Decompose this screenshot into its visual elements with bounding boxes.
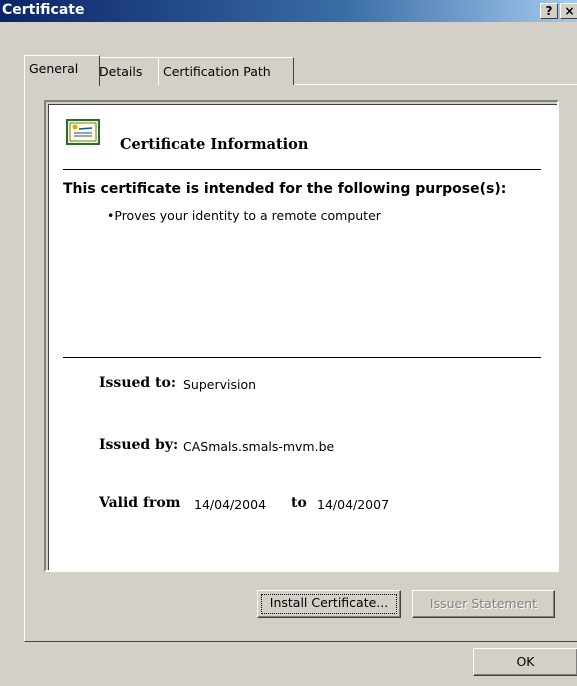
close-button[interactable]: × [560,3,577,19]
issuer-statement-button[interactable]: Issuer Statement [412,590,555,618]
issued-by-value: CASmals.smals-mvm.be [183,439,335,454]
divider [63,357,541,358]
valid-to-value: 14/04/2007 [317,497,390,512]
ok-button[interactable]: OK [473,648,577,676]
certificate-information-title: Certificate Information [120,136,309,153]
certificate-info-panel: Certificate Information This certificate… [44,100,559,572]
issued-to-label: Issued to: [99,375,177,391]
install-certificate-button[interactable]: Install Certificate... [257,590,401,618]
divider [63,169,541,170]
issued-by-label: Issued by: [99,437,179,453]
tab-certification-path[interactable]: Certification Path [158,57,294,85]
help-button[interactable]: ? [540,3,558,19]
valid-to-label: to [291,495,307,511]
certificate-icon [66,119,100,145]
certificate-info-box: Certificate Information This certificate… [48,104,557,570]
tab-general[interactable]: General [24,55,100,86]
tab-details[interactable]: Details [94,57,161,85]
purpose-item: •Proves your identity to a remote comput… [107,208,381,223]
valid-from-label: Valid from [99,495,181,511]
window-title: Certificate [2,2,85,18]
issued-to-value: Supervision [183,377,257,392]
purpose-heading: This certificate is intended for the fol… [63,181,507,197]
valid-from-value: 14/04/2004 [194,497,267,512]
title-bar[interactable]: Certificate ? × [0,0,577,22]
